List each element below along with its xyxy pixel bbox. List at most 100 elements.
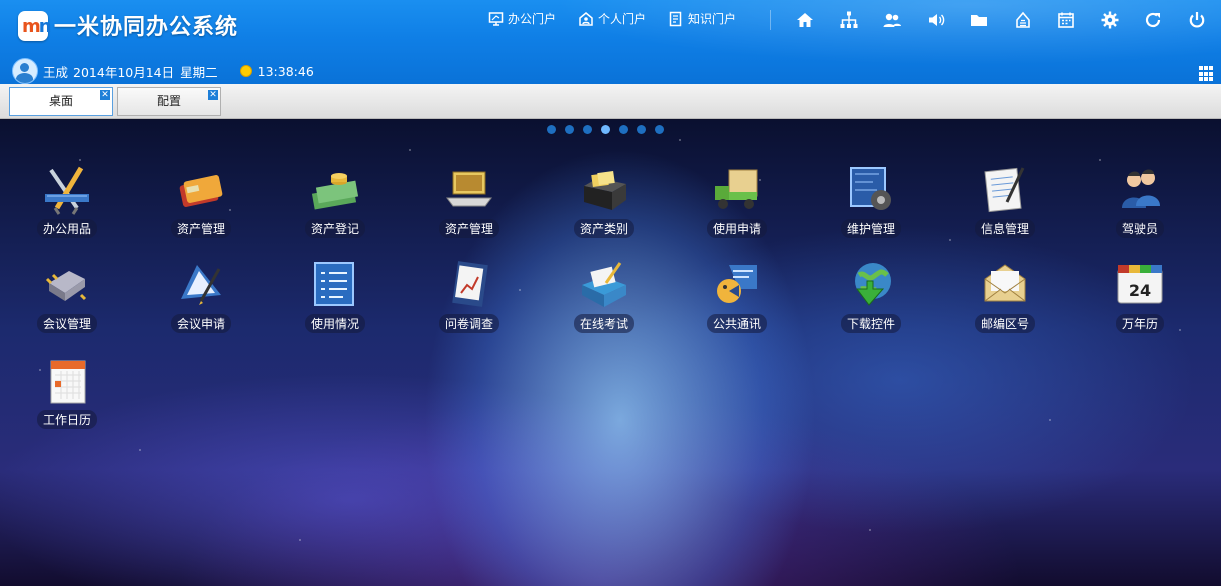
app-label: 维护管理: [840, 219, 901, 238]
top-header: mn 一米协同办公系统 办公门户 个人门户 知识门户 王成 2014年10月14…: [0, 0, 1221, 84]
calendar-icon: [1058, 12, 1074, 28]
power-icon: [1189, 12, 1204, 28]
nav-knowledge-portal[interactable]: 知识门户: [668, 10, 736, 27]
app-drivers[interactable]: 驾驶员: [1080, 164, 1200, 238]
page-indicator: [547, 125, 664, 134]
app-asset-registration[interactable]: 资产登记: [275, 164, 395, 238]
app-label: 会议管理: [36, 314, 97, 333]
chat-icon: [717, 265, 757, 303]
app-public-communication[interactable]: 公共通讯: [677, 259, 797, 333]
app-grid-icon[interactable]: [1199, 66, 1215, 82]
app-label: 资产登记: [304, 219, 365, 238]
chip-icon: [45, 271, 87, 301]
refresh-button[interactable]: [1143, 10, 1163, 30]
close-icon[interactable]: ✕: [208, 90, 218, 100]
person-house-icon: [579, 11, 593, 26]
org-chart-button[interactable]: [839, 10, 859, 30]
office-supplies-icon: [45, 166, 89, 215]
app-asset-management[interactable]: 资产管理: [141, 164, 261, 238]
truck-icon: [715, 169, 758, 209]
app-meeting-request[interactable]: 会议申请: [141, 259, 261, 333]
app-asset-management-2[interactable]: 资产管理: [409, 164, 529, 238]
app-usage-status[interactable]: 使用情况: [275, 259, 395, 333]
app-label: 资产管理: [170, 219, 231, 238]
app-survey[interactable]: 问卷调查: [409, 259, 529, 333]
user-name: 王成: [43, 64, 69, 80]
notepad-icon: [984, 167, 1025, 213]
portal-nav: 办公门户 个人门户 知识门户: [488, 10, 736, 27]
calendar-button[interactable]: [1056, 10, 1076, 30]
money-icon: [311, 173, 359, 210]
page-dot[interactable]: [583, 125, 592, 134]
current-time: 13:38:46: [257, 63, 314, 79]
app-label: 下载控件: [840, 314, 901, 333]
app-perpetual-calendar[interactable]: 24 万年历: [1080, 259, 1200, 333]
gear-icon: [1101, 11, 1118, 29]
calendar-24-icon: 24: [1117, 265, 1163, 304]
app-usage-request[interactable]: 使用申请: [677, 164, 797, 238]
desktop-area: 办公用品 资产管理 资产登记 资产管理 资产类别 使用申请 维护管理 信息管理 …: [0, 120, 1221, 586]
chart-book-icon: [452, 261, 488, 307]
tab-config[interactable]: 配置 ✕: [117, 87, 221, 116]
nav-personal-portal-label: 个人门户: [598, 12, 647, 26]
app-label: 资产管理: [438, 219, 499, 238]
app-office-supplies[interactable]: 办公用品: [7, 164, 127, 238]
page-dot[interactable]: [637, 125, 646, 134]
app-label: 公共通讯: [706, 314, 767, 333]
blueprint-gear-icon: [850, 167, 891, 210]
app-logo: mn: [18, 11, 52, 41]
folder-button[interactable]: [969, 10, 989, 30]
app-label: 万年历: [1115, 314, 1164, 333]
people-icon: [1122, 169, 1160, 208]
nav-office-portal[interactable]: 办公门户: [488, 10, 556, 27]
nav-office-portal-label: 办公门户: [508, 12, 557, 26]
pen-paper-icon: [181, 265, 221, 305]
envelope-icon: [984, 264, 1026, 302]
app-asset-category[interactable]: 资产类别: [544, 164, 664, 238]
app-download-controls[interactable]: 下载控件: [811, 259, 931, 333]
settings-button[interactable]: [1100, 10, 1120, 30]
book-icon: [669, 11, 682, 26]
app-meeting-management[interactable]: 会议管理: [7, 259, 127, 333]
tab-desktop[interactable]: 桌面 ✕: [9, 87, 113, 116]
toolbar: [795, 10, 1221, 30]
close-icon[interactable]: ✕: [100, 90, 110, 100]
calendar-page-icon: [50, 360, 86, 404]
laptop-icon: [446, 171, 492, 207]
network-drive-icon: [1015, 11, 1030, 28]
tab-bar: 桌面 ✕ 配置 ✕: [0, 84, 1221, 119]
file-box-icon: [584, 170, 626, 210]
home-button[interactable]: [795, 10, 815, 30]
page-dot[interactable]: [547, 125, 556, 134]
home-icon: [797, 13, 813, 27]
folder-icon: [971, 15, 987, 26]
app-work-calendar[interactable]: 工作日历: [7, 355, 127, 429]
app-maintenance[interactable]: 维护管理: [811, 164, 931, 238]
refresh-icon: [1145, 12, 1161, 28]
app-label: 资产类别: [573, 219, 634, 238]
app-title: 一米协同办公系统: [54, 15, 239, 40]
sound-button[interactable]: [926, 10, 946, 30]
page-dot-active[interactable]: [601, 125, 610, 134]
app-online-exam[interactable]: 在线考试: [544, 259, 664, 333]
header-divider: [770, 10, 771, 30]
svg-text:24: 24: [1129, 281, 1151, 300]
credit-card-icon: [179, 175, 223, 207]
avatar[interactable]: [12, 58, 38, 84]
users-icon: [883, 13, 901, 27]
page-dot[interactable]: [619, 125, 628, 134]
page-dot[interactable]: [655, 125, 664, 134]
page-dot[interactable]: [565, 125, 574, 134]
app-label: 工作日历: [36, 410, 97, 429]
app-info-management[interactable]: 信息管理: [945, 164, 1065, 238]
nav-personal-portal[interactable]: 个人门户: [578, 10, 646, 27]
users-button[interactable]: [882, 10, 902, 30]
app-label: 邮编区号: [974, 314, 1035, 333]
network-drive-button[interactable]: [1013, 10, 1033, 30]
current-weekday: 星期二: [180, 64, 218, 80]
app-label: 在线考试: [573, 314, 634, 333]
tab-config-label: 配置: [156, 94, 181, 108]
app-postal-code[interactable]: 邮编区号: [945, 259, 1065, 333]
app-label: 会议申请: [170, 314, 231, 333]
logout-button[interactable]: [1187, 10, 1207, 30]
